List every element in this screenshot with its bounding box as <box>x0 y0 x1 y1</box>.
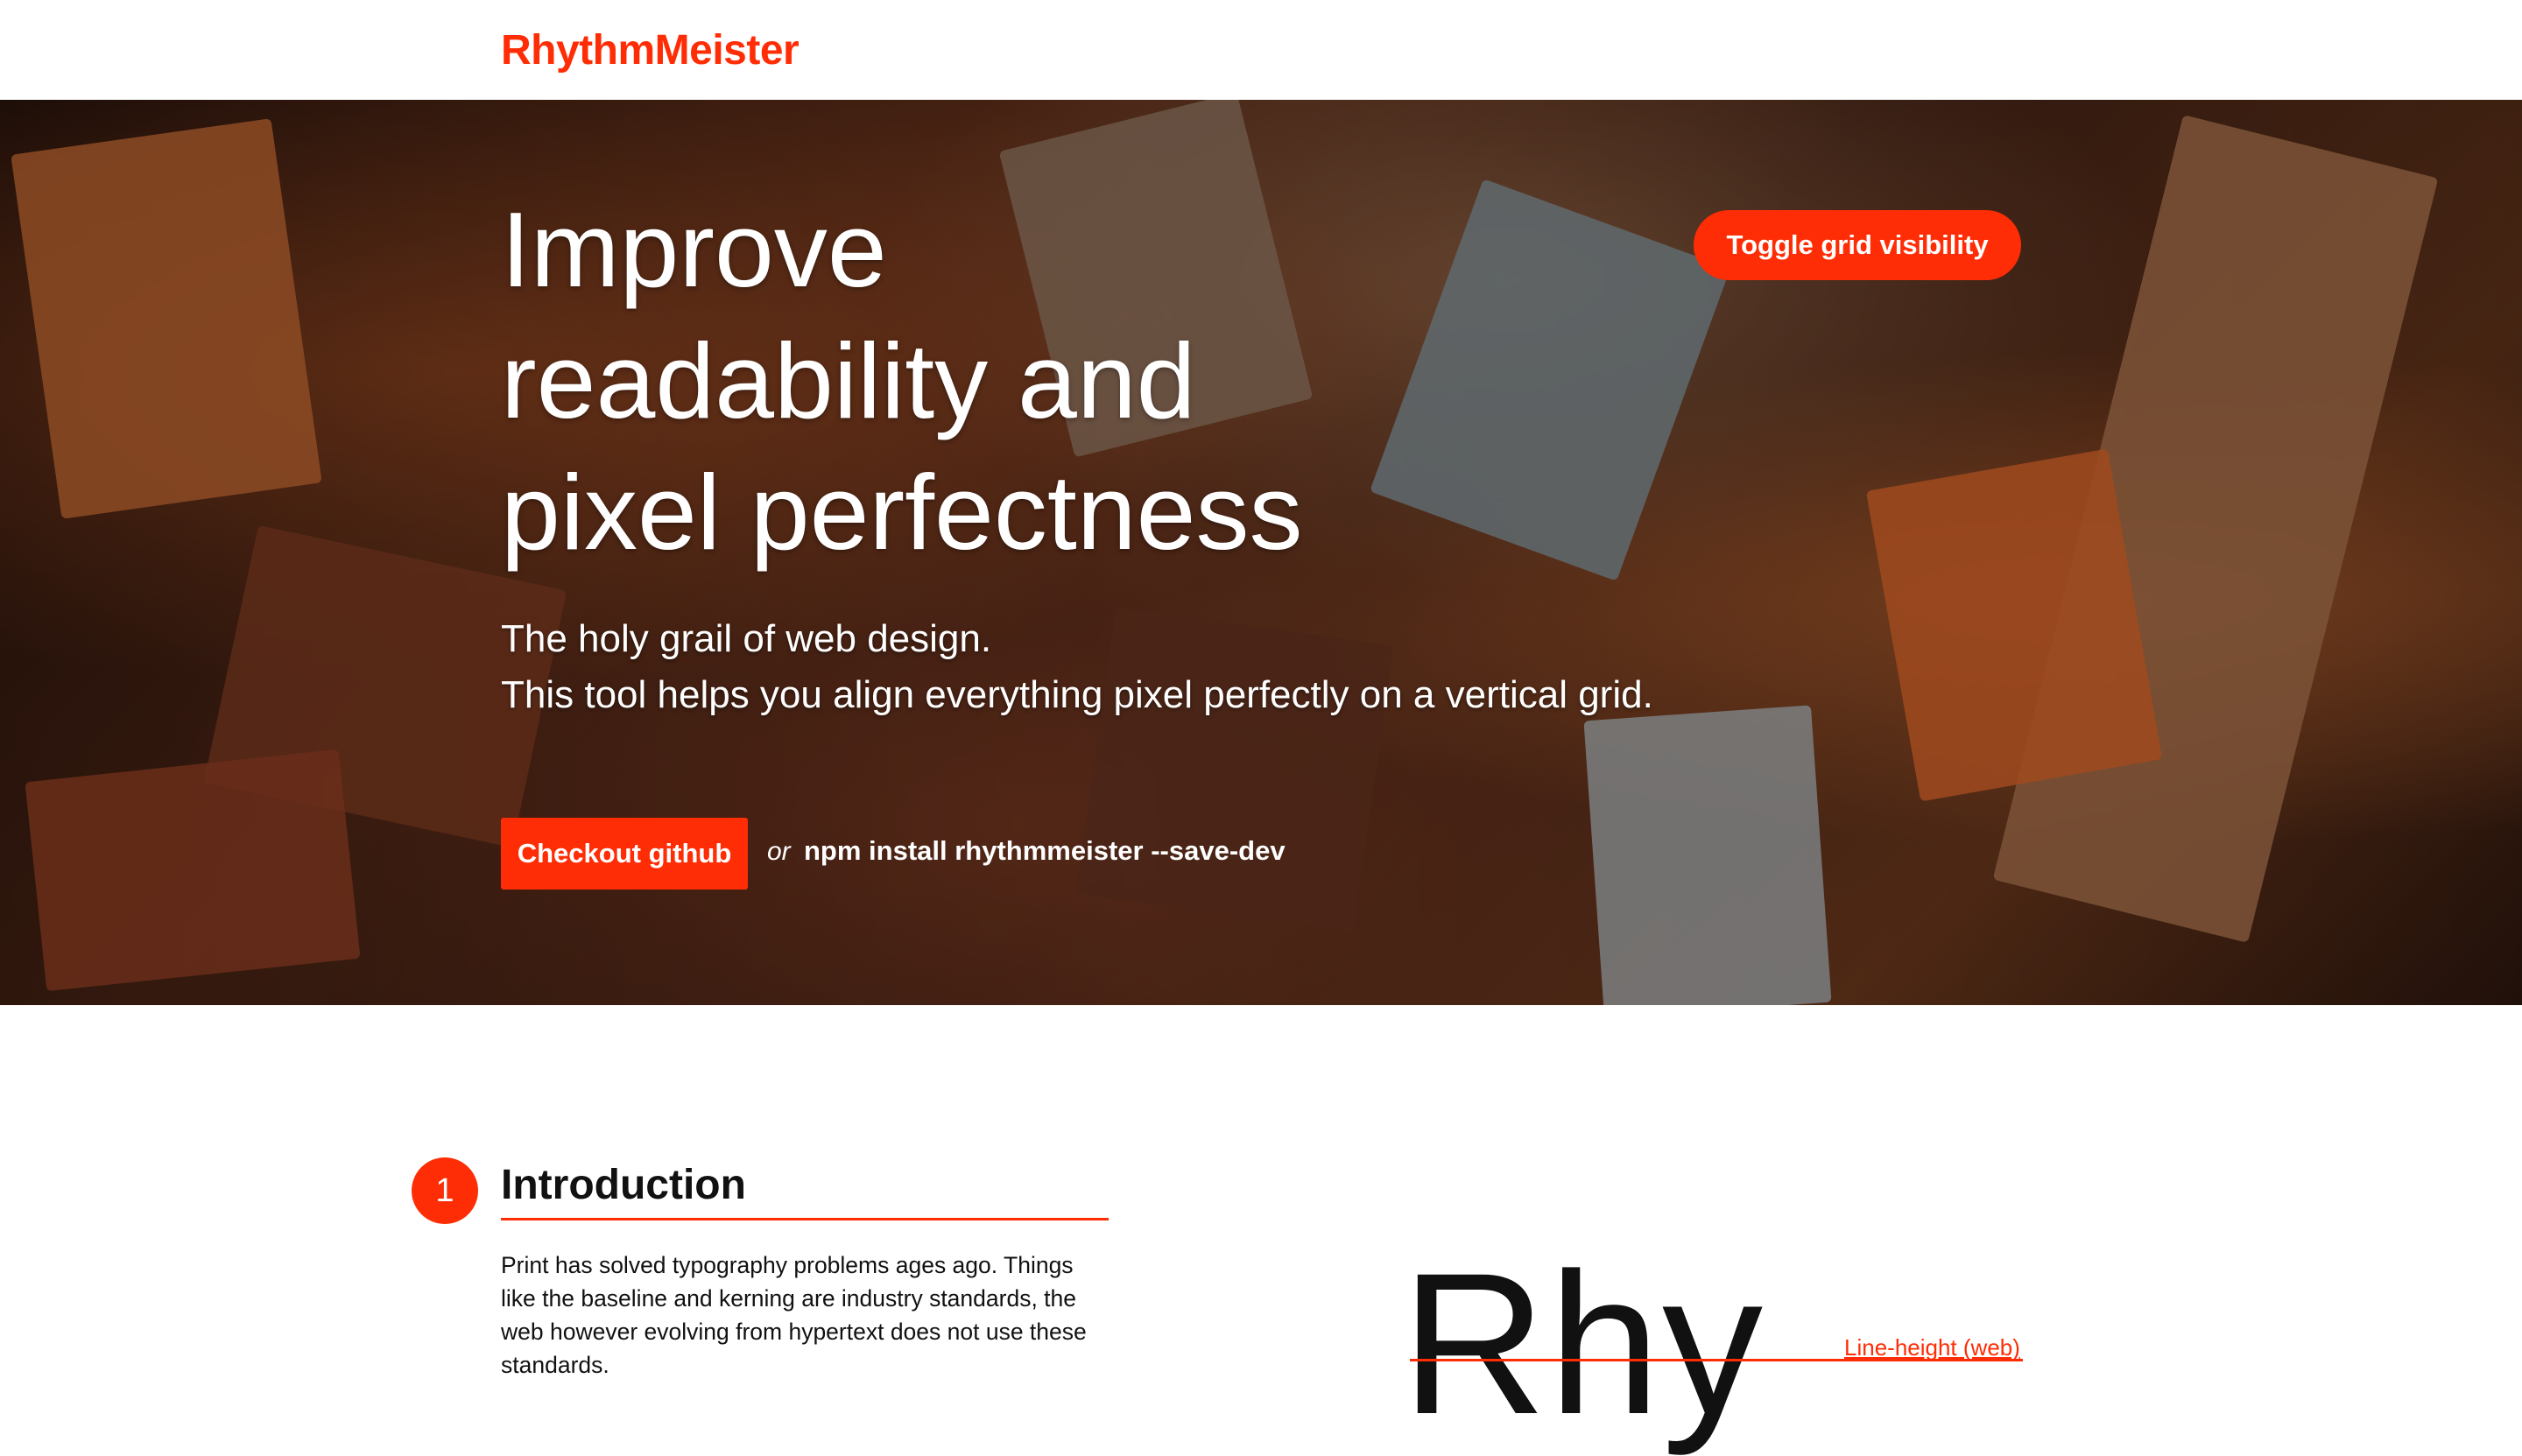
hero-title-line: Improve <box>501 190 887 309</box>
line-height-label[interactable]: Line-height (web) <box>1844 1334 2020 1361</box>
hero-subtitle: The holy grail of web design. This tool … <box>501 611 1814 723</box>
npm-install-command: npm install rhythmmeister --save-dev <box>804 835 1286 866</box>
hero-section: Improve readability and pixel perfectnes… <box>0 100 2522 1005</box>
hero-title-line: pixel perfectness <box>501 453 1303 572</box>
or-text: or <box>767 837 791 866</box>
hero-bg-block <box>11 118 322 519</box>
introduction-text: Print has solved typography problems age… <box>501 1252 1087 1378</box>
introduction-heading: Introduction <box>501 1161 1109 1220</box>
step-number-badge: 1 <box>412 1157 478 1224</box>
checkout-github-button[interactable]: Checkout github <box>501 818 748 890</box>
hero-title: Improve readability and pixel perfectnes… <box>501 184 1464 578</box>
typography-sample: Rhy <box>1401 1231 1765 1456</box>
hero-subtitle-line: The holy grail of web design. <box>501 617 992 660</box>
top-header: RhythmMeister <box>0 0 2522 100</box>
hero-subtitle-line: This tool helps you align everything pix… <box>501 673 1653 716</box>
toggle-grid-button[interactable]: Toggle grid visibility <box>1694 210 2021 280</box>
hero-bg-block <box>1583 705 1832 1005</box>
logo[interactable]: RhythmMeister <box>501 26 800 74</box>
hero-title-line: readability and <box>501 321 1196 440</box>
hero-bg-block <box>25 749 361 992</box>
